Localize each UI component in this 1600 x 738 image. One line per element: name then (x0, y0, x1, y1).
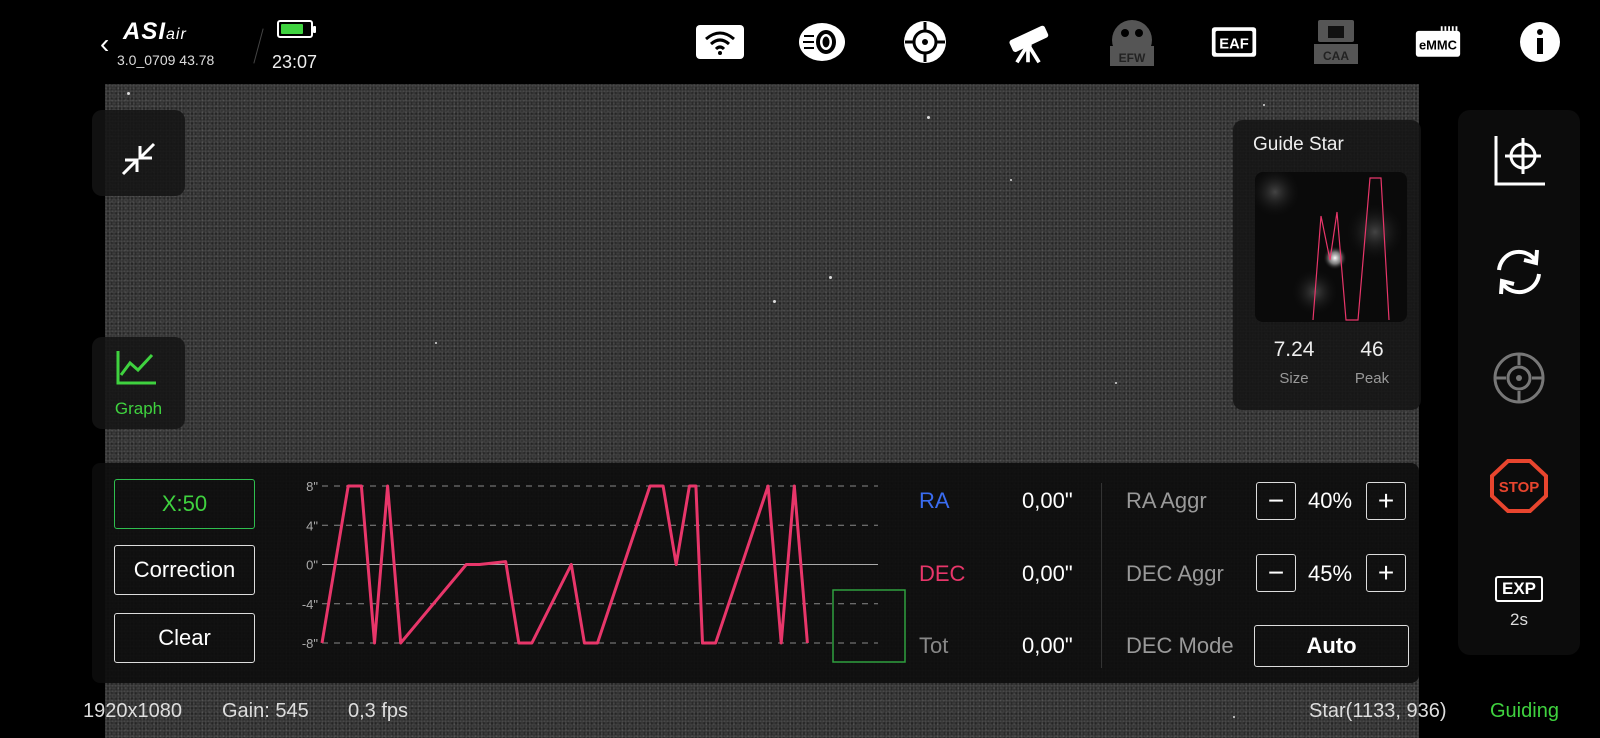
emmc-icon[interactable]: eMMC (1414, 18, 1462, 66)
star-position-text: Star(1133, 936) (1309, 700, 1447, 722)
firmware-version: 3.0_0709 43.78 (117, 52, 215, 68)
graph-label: Graph (114, 399, 163, 418)
star-peak-value: 46 (1360, 338, 1384, 361)
caa-label: CAA (1323, 49, 1349, 63)
target-zone-box (832, 589, 906, 663)
star-profile-plot (1255, 172, 1405, 321)
chart-y-tick-label: -4" (302, 597, 319, 612)
ra-aggr-label: RA Aggr (1126, 488, 1207, 513)
calibrate-button[interactable] (1458, 134, 1580, 186)
shrink-icon (121, 142, 156, 176)
dec-aggr-label: DEC Aggr (1126, 561, 1224, 586)
app-logo: ASIair (123, 18, 187, 45)
dec-aggr-value: 45% (1308, 561, 1353, 586)
star (829, 276, 832, 279)
back-icon[interactable]: ‹ (100, 28, 109, 60)
stop-label: STOP (1499, 479, 1540, 496)
fps-text: 0,3 fps (348, 700, 409, 722)
storage-icon[interactable] (798, 18, 846, 66)
shrink-view-button[interactable] (92, 110, 185, 196)
target-button[interactable] (1458, 350, 1580, 406)
chart-y-tick-label: 4" (306, 518, 318, 533)
clear-button[interactable]: Clear (114, 613, 255, 663)
guide-star-panel: Guide Star 7.24 Size 46 Peak (1233, 120, 1421, 410)
battery-icon (277, 20, 316, 38)
dec-label: DEC (919, 561, 966, 586)
chart-y-tick-label: 8" (306, 479, 318, 494)
star-size-label: Size (1279, 370, 1309, 387)
clock: 23:07 (272, 52, 318, 72)
telescope-icon[interactable] (1004, 18, 1052, 66)
guide-error-chart[interactable]: 8" 4" 0" -4" -8" (278, 469, 908, 679)
dec-value: 0,00" (1022, 561, 1073, 586)
star (435, 342, 437, 344)
tot-value: 0,00" (1022, 633, 1073, 658)
guiding-status: Guiding (1490, 700, 1559, 722)
ra-label: RA (919, 488, 950, 513)
eaf-icon[interactable]: EAF (1210, 18, 1258, 66)
top-bar: ‹ ASIair 3.0_0709 43.78 23:07 EFW EAF CA… (0, 0, 1600, 84)
info-icon[interactable] (1516, 18, 1564, 66)
guide-star-thumbnail (1255, 172, 1407, 322)
ra-aggr-plus-button[interactable]: + (1366, 482, 1406, 520)
graph-icon (116, 351, 156, 385)
refresh-button[interactable] (1458, 246, 1580, 298)
efw-icon[interactable]: EFW (1108, 18, 1156, 66)
chart-y-tick-label: 0" (306, 558, 318, 573)
target-graph-icon (1494, 136, 1545, 186)
guiding-panel: X:50 Correction Clear 8" 4" 0" -4" -8" RA 0,… (92, 463, 1419, 683)
crosshair-icon (1493, 352, 1545, 404)
star (1115, 382, 1117, 384)
ra-aggr-value: 40% (1308, 488, 1353, 513)
dec-aggr-plus-button[interactable]: + (1366, 554, 1406, 592)
star-peak-label: Peak (1354, 370, 1390, 387)
ra-aggr-minus-button[interactable]: − (1256, 482, 1296, 520)
exposure-value: 2s (1510, 610, 1528, 629)
star-size-value: 7.24 (1273, 338, 1315, 361)
star (773, 300, 776, 303)
gain-text: Gain: 545 (222, 700, 309, 722)
dec-mode-select[interactable]: Auto (1254, 625, 1409, 667)
resolution-text: 1920x1080 (83, 700, 182, 722)
eaf-label: EAF (1219, 36, 1249, 52)
star (127, 92, 130, 95)
star (927, 116, 930, 119)
stop-button[interactable]: STOP (1458, 458, 1580, 514)
star (1010, 179, 1012, 181)
dec-aggr-minus-button[interactable]: − (1256, 554, 1296, 592)
right-toolbar: STOP EXP 2s (1458, 110, 1580, 655)
dec-mode-label: DEC Mode (1126, 633, 1234, 658)
guide-scope-icon[interactable] (901, 18, 949, 66)
wifi-icon[interactable] (696, 18, 744, 66)
panel-divider (1101, 483, 1102, 668)
guide-star-title: Guide Star (1253, 134, 1344, 155)
stop-icon: STOP (1490, 459, 1548, 513)
correction-button[interactable]: Correction (114, 545, 255, 595)
chart-y-tick-label: -8" (302, 636, 319, 651)
emmc-label: eMMC (1419, 37, 1457, 52)
star (1233, 716, 1235, 718)
ra-value: 0,00" (1022, 488, 1073, 513)
x-scale-button[interactable]: X:50 (114, 479, 255, 529)
divider (253, 28, 264, 64)
graph-toggle-button[interactable]: Graph (92, 337, 185, 429)
exp-icon: EXP (1494, 576, 1544, 602)
star (1263, 104, 1265, 106)
efw-label: EFW (1119, 51, 1146, 65)
refresh-icon (1497, 249, 1541, 295)
exposure-button[interactable]: EXP 2s (1458, 576, 1580, 630)
tot-label: Tot (919, 633, 949, 658)
caa-icon[interactable]: CAA (1312, 18, 1360, 66)
